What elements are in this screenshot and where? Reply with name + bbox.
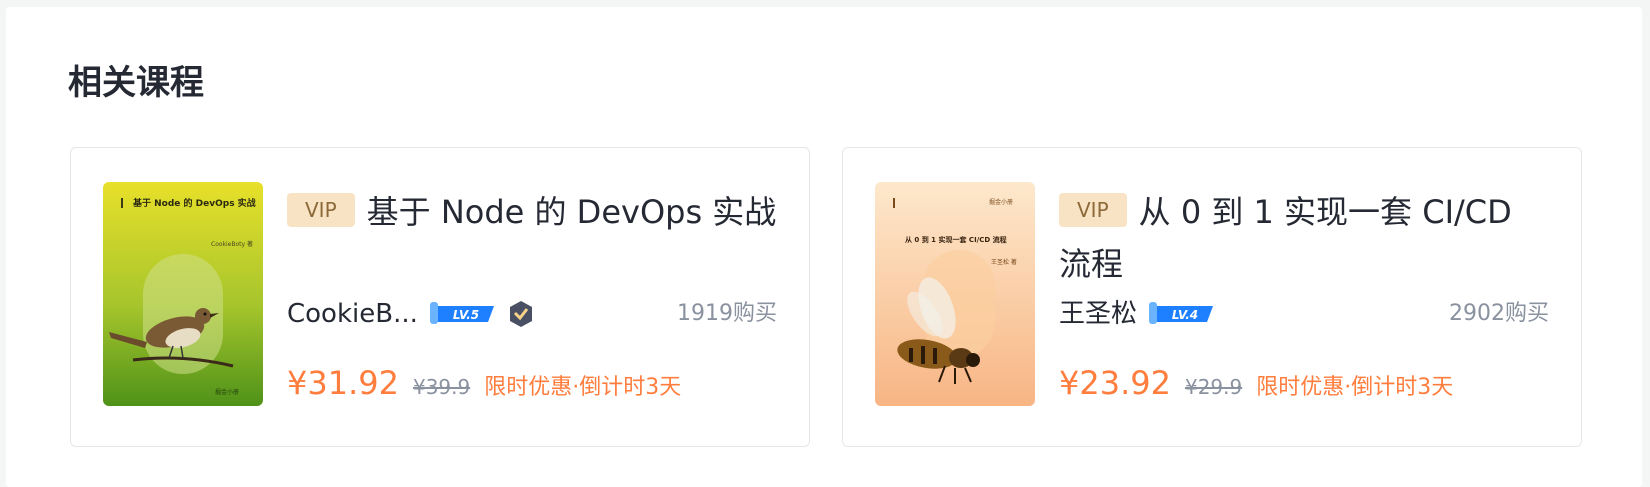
course-card[interactable]: 基于 Node 的 DevOps 实战 CookieBoty 著 掘金小册 VI…: [70, 147, 810, 447]
medal-icon: [506, 299, 536, 329]
cover-author-text: 王圣松 著: [991, 258, 1017, 266]
level-text: LV.4: [1172, 308, 1198, 322]
promo-countdown: 限时优惠·倒计时3天: [1256, 375, 1454, 400]
course-title-text: 从 0 到 1 实现一套 CI/CD 流程: [1059, 193, 1512, 283]
author-name[interactable]: 王圣松: [1059, 296, 1137, 332]
course-title-text: 基于 Node 的 DevOps 实战: [366, 193, 777, 231]
promo-countdown: 限时优惠·倒计时3天: [484, 375, 682, 400]
original-price: ¥29.9: [1184, 375, 1243, 399]
vip-badge: VIP: [287, 193, 355, 227]
course-card[interactable]: 掘金小册 从 0 到 1 实现一套 CI/CD 流程 王圣松 著 VIP 从 0 …: [842, 147, 1582, 447]
original-price: ¥39.9: [412, 375, 471, 399]
level-badge: LV.5: [428, 300, 496, 328]
course-title[interactable]: VIP 从 0 到 1 实现一套 CI/CD 流程: [1059, 186, 1549, 290]
buy-count: 1919购买: [677, 301, 777, 326]
course-cover-image[interactable]: 基于 Node 的 DevOps 实战 CookieBoty 著 掘金小册: [103, 182, 263, 406]
level-text: LV.5: [453, 308, 479, 322]
cover-title-text: 从 0 到 1 实现一套 CI/CD 流程: [905, 235, 1007, 244]
current-price: ¥23.92: [1059, 364, 1171, 402]
vip-badge: VIP: [1059, 193, 1127, 227]
cover-author-text: CookieBoty 著: [211, 240, 253, 248]
section-title: 相关课程: [68, 63, 204, 103]
related-courses-panel: 相关课程 基于 Node 的 DevOps 实战 CookieBoty 著 掘金…: [6, 7, 1642, 487]
buy-count: 2902购买: [1449, 301, 1549, 326]
author-name[interactable]: CookieB...: [287, 296, 418, 332]
cover-title-text: 基于 Node 的 DevOps 实战: [132, 197, 256, 209]
course-title[interactable]: VIP 基于 Node 的 DevOps 实战: [287, 186, 777, 290]
course-cover-image[interactable]: 掘金小册 从 0 到 1 实现一套 CI/CD 流程 王圣松 著: [875, 182, 1035, 406]
level-badge: LV.4: [1147, 300, 1215, 328]
cover-publisher-text: 掘金小册: [989, 198, 1013, 206]
cover-publisher-text: 掘金小册: [215, 388, 239, 396]
current-price: ¥31.92: [287, 364, 399, 402]
